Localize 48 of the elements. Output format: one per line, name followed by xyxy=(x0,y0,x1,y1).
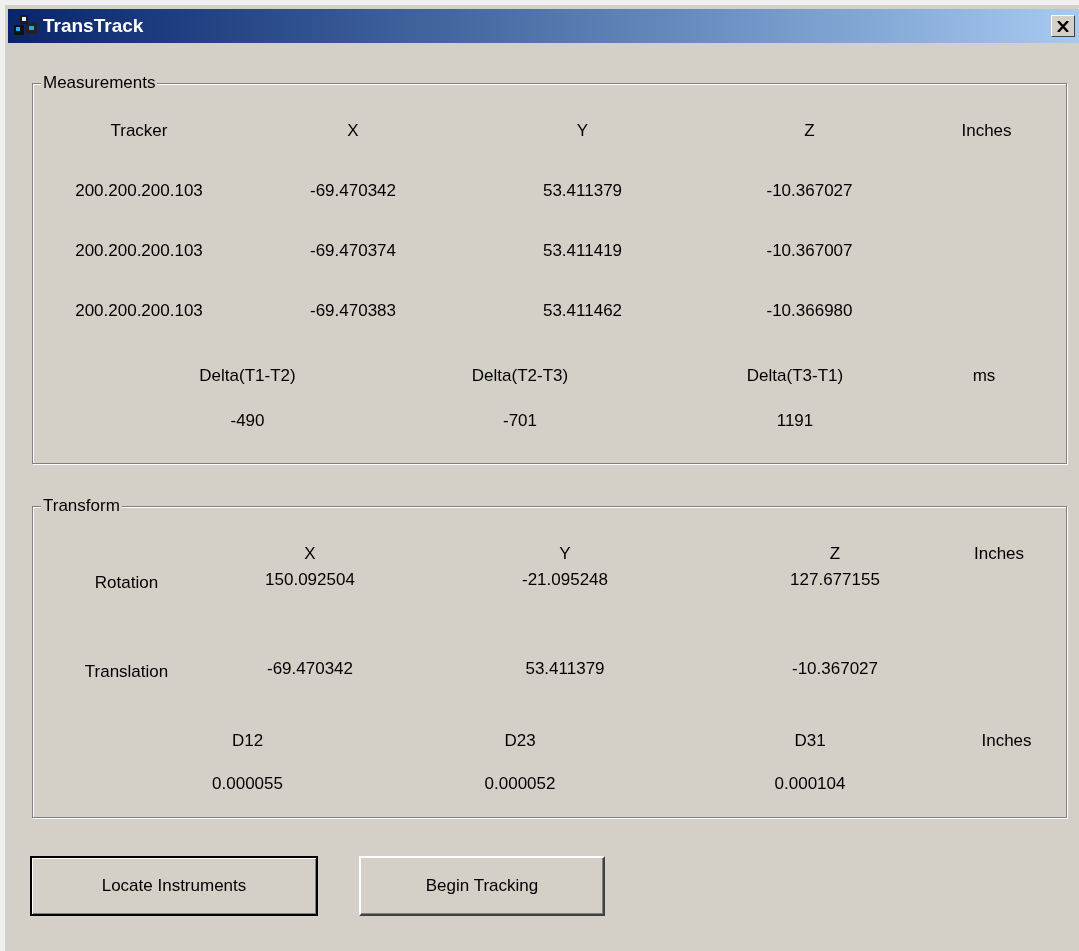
table-cell-text: 150.092504 xyxy=(265,569,355,591)
column-header: Y xyxy=(576,120,589,143)
value-text: 1191 xyxy=(776,410,814,433)
table-cell-text: -69.470342 xyxy=(267,658,353,680)
table-cell-text: -69.470342 xyxy=(310,180,396,203)
table-cell-text: 53.411462 xyxy=(542,300,623,323)
column-header: Y xyxy=(559,543,571,566)
column-header: X xyxy=(304,543,316,566)
value-text: 0.000104 xyxy=(774,773,846,795)
column-header: Delta(T1-T2) xyxy=(199,365,296,388)
column-header: D31 xyxy=(794,730,826,752)
table-cell-text: -21.095248 xyxy=(522,569,608,591)
column-header: X xyxy=(347,120,359,143)
column-header: Z xyxy=(804,120,815,143)
column-header: Inches xyxy=(961,120,1012,143)
table-cell-text: 53.411379 xyxy=(525,658,605,680)
value-text: 0.000055 xyxy=(212,773,283,795)
close-button[interactable] xyxy=(1051,15,1075,37)
window-title: TransTrack xyxy=(43,13,144,38)
table-cell-text: 200.200.200.103 xyxy=(75,180,203,203)
row-label: Translation xyxy=(84,661,169,683)
table-cell-text: 53.411379 xyxy=(542,180,623,203)
table-cell-text: -10.367027 xyxy=(792,658,878,680)
column-header: Tracker xyxy=(110,120,168,143)
table-cell-text: -10.367027 xyxy=(766,180,853,203)
table-cell-text: 200.200.200.103 xyxy=(75,240,203,263)
column-header: Delta(T3-T1) xyxy=(746,365,844,388)
close-icon xyxy=(1057,20,1069,32)
column-header: D12 xyxy=(231,730,264,752)
column-header: Inches xyxy=(981,730,1032,752)
value-text: -490 xyxy=(230,410,265,433)
table-cell-text: -10.366980 xyxy=(766,300,853,323)
column-header: Z xyxy=(829,543,841,566)
action-button[interactable]: Locate Instruments xyxy=(30,856,318,916)
column-header: Inches xyxy=(973,543,1025,566)
value-text: -701 xyxy=(503,410,537,433)
row-label: Rotation xyxy=(94,572,159,594)
table-cell-text: -10.367007 xyxy=(766,240,853,263)
table-cell-text: 200.200.200.103 xyxy=(75,300,203,323)
table-cell-text: -69.470383 xyxy=(310,300,396,323)
table-cell-text: 127.677155 xyxy=(790,569,880,591)
value-text: 0.000052 xyxy=(484,773,556,795)
column-header: D23 xyxy=(504,730,536,752)
column-header: ms xyxy=(972,365,996,388)
column-header: Delta(T2-T3) xyxy=(471,365,569,388)
action-button[interactable]: Begin Tracking xyxy=(359,856,605,916)
table-cell-text: 53.411419 xyxy=(542,240,623,263)
table-cell-text: -69.470374 xyxy=(310,240,396,263)
